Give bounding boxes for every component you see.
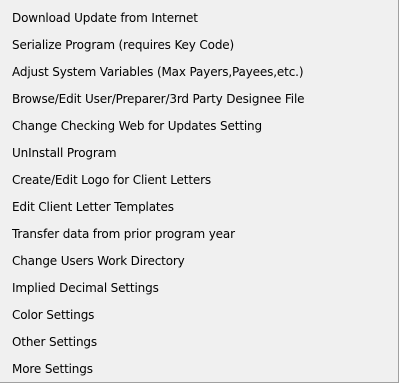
menu-item-adjust-system-variables[interactable]: Adjust System Variables (Max Payers,Paye…: [0, 59, 398, 86]
menu-item-create-edit-logo[interactable]: Create/Edit Logo for Client Letters: [0, 167, 398, 194]
menu-item-implied-decimal-settings[interactable]: Implied Decimal Settings: [0, 275, 398, 302]
menu-item-other-settings[interactable]: Other Settings: [0, 329, 398, 356]
menu-item-browse-edit-user-file[interactable]: Browse/Edit User/Preparer/3rd Party Desi…: [0, 86, 398, 113]
menu-item-transfer-prior-year-data[interactable]: Transfer data from prior program year: [0, 221, 398, 248]
context-menu: Download Update from Internet Serialize …: [0, 0, 399, 383]
menu-item-color-settings[interactable]: Color Settings: [0, 302, 398, 329]
menu-item-uninstall-program[interactable]: UnInstall Program: [0, 140, 398, 167]
menu-item-serialize-program[interactable]: Serialize Program (requires Key Code): [0, 32, 398, 59]
menu-item-download-update[interactable]: Download Update from Internet: [0, 5, 398, 32]
menu-item-edit-client-letter-templates[interactable]: Edit Client Letter Templates: [0, 194, 398, 221]
menu-item-change-web-updates-setting[interactable]: Change Checking Web for Updates Setting: [0, 113, 398, 140]
menu-item-more-settings[interactable]: More Settings: [0, 356, 398, 383]
menu-item-change-work-directory[interactable]: Change Users Work Directory: [0, 248, 398, 275]
